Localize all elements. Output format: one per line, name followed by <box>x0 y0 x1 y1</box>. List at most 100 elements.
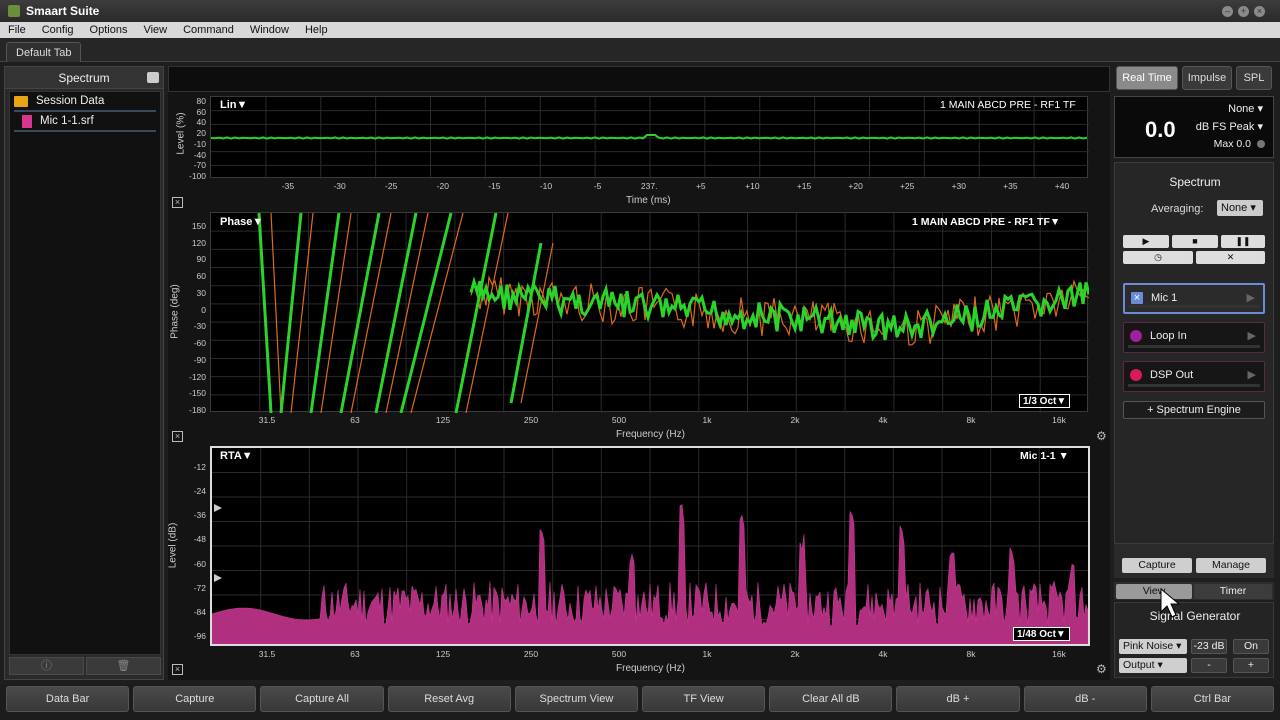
title-bar: Smaart Suite – + × <box>0 0 1280 22</box>
plot-area: Lin▼ 1 MAIN ABCD PRE - RF1 TF Level (%) … <box>167 66 1110 680</box>
y-tick-label: 40 <box>196 117 206 128</box>
y-tick-label: -10 <box>193 138 206 149</box>
menu-window[interactable]: Window <box>242 24 297 36</box>
tab-strip: Default Tab <box>0 38 1280 62</box>
tf-view-button[interactable]: TF View <box>642 686 766 712</box>
minimize-icon[interactable]: – <box>1222 6 1233 17</box>
phase-plot[interactable] <box>210 212 1091 414</box>
menu-config[interactable]: Config <box>34 24 82 36</box>
menu-help[interactable]: Help <box>297 24 336 36</box>
command-bar: Data Bar Capture Capture All Reset Avg S… <box>0 684 1280 720</box>
panel-footer: ⓘ 🗑 <box>9 657 161 675</box>
x-tick-label: 2k <box>790 415 800 425</box>
play-arrow-icon[interactable]: ▶ <box>1247 291 1255 304</box>
phase-trace-name[interactable]: 1 MAIN ABCD PRE - RF1 TF▼ <box>912 216 1060 228</box>
manage-button[interactable]: Manage <box>1196 558 1266 573</box>
view-timer-bar: View Timer <box>1114 582 1274 600</box>
add-spectrum-engine-button[interactable]: + Spectrum Engine <box>1123 401 1265 419</box>
reset-avg-button[interactable]: Reset Avg <box>387 686 511 712</box>
rta-trace-name[interactable]: Mic 1-1 ▼ <box>1020 450 1069 462</box>
y-tick-label: -150 <box>188 388 206 399</box>
noise-type-select[interactable]: Pink Noise ▾ <box>1119 639 1187 654</box>
y-tick-label: -120 <box>188 371 206 382</box>
stop-icon[interactable]: ■ <box>1172 235 1218 248</box>
timer-button[interactable]: Timer <box>1194 584 1272 599</box>
panel-title-label: Spectrum <box>58 71 110 85</box>
output-select[interactable]: Output ▾ <box>1119 658 1187 673</box>
y-tick-label: -24 <box>193 486 206 497</box>
x-tick-label: -30 <box>333 181 346 191</box>
menu-view[interactable]: View <box>135 24 175 36</box>
rta-plot[interactable] <box>210 446 1090 646</box>
tree-item-session-data[interactable]: Session Data <box>14 92 156 112</box>
close-icon[interactable]: × <box>1131 292 1143 304</box>
close-icon[interactable]: × <box>172 197 183 208</box>
maximize-icon[interactable]: + <box>1238 6 1249 17</box>
averaging-label: Averaging: <box>1151 203 1204 215</box>
close-icon[interactable]: × <box>172 664 183 675</box>
averaging-select[interactable]: None ▾ <box>1217 200 1263 216</box>
tab-default[interactable]: Default Tab <box>6 42 82 62</box>
capture-all-button[interactable]: Capture All <box>260 686 384 712</box>
measurement-mic-1[interactable]: × Mic 1 ▶ <box>1123 283 1265 314</box>
weighting-selector[interactable]: None ▾ <box>1228 102 1263 115</box>
rta-graph <box>211 448 1089 645</box>
pause-icon[interactable]: ❚❚ <box>1221 235 1265 248</box>
phase-resolution-selector[interactable]: 1/3 Oct▼ <box>1019 394 1071 408</box>
output-value: Output <box>1123 659 1155 671</box>
play-arrow-icon[interactable]: ▶ <box>1248 368 1256 381</box>
generator-level[interactable]: -23 dB <box>1191 639 1227 654</box>
clear-all-db-button[interactable]: Clear All dB <box>769 686 893 712</box>
status-dot-icon <box>1130 330 1142 342</box>
capture-button[interactable]: Capture <box>133 686 257 712</box>
menu-command[interactable]: Command <box>175 24 242 36</box>
impulse-scale-label[interactable]: Lin▼ <box>220 99 247 111</box>
weighting-value: None <box>1228 103 1255 115</box>
tools-icon[interactable]: ✕ <box>1196 251 1265 264</box>
x-tick-label: 8k <box>966 415 976 425</box>
db-plus-button[interactable]: dB + <box>896 686 1020 712</box>
rta-x-title: Frequency (Hz) <box>616 663 685 674</box>
measurement-label: DSP Out <box>1150 369 1194 381</box>
mode-impulse[interactable]: Impulse <box>1182 66 1232 90</box>
generator-on-button[interactable]: On <box>1233 639 1269 654</box>
hamburger-icon[interactable] <box>147 72 159 83</box>
x-tick-label: +15 <box>796 181 812 191</box>
timer-icon[interactable]: ◷ <box>1123 251 1193 264</box>
rta-resolution-selector[interactable]: 1/48 Oct▼ <box>1013 627 1070 641</box>
menu-file[interactable]: File <box>0 24 34 36</box>
gear-icon[interactable]: ⚙ <box>1096 430 1108 442</box>
y-tick-label: -48 <box>193 534 206 545</box>
info-icon[interactable]: ⓘ <box>9 657 84 675</box>
play-arrow-icon[interactable]: ▶ <box>1248 329 1256 342</box>
close-icon[interactable]: × <box>172 431 183 442</box>
x-tick-label: 1k <box>702 649 712 659</box>
spectrum-view-button[interactable]: Spectrum View <box>514 686 639 712</box>
db-minus-button[interactable]: dB - <box>1023 686 1147 712</box>
x-tick-label: 2k <box>790 649 800 659</box>
rta-scale-label[interactable]: RTA▼ <box>220 450 253 462</box>
x-tick-label: +35 <box>1003 181 1018 191</box>
play-icon[interactable]: ▶ <box>1123 235 1169 248</box>
close-icon[interactable]: × <box>1254 6 1265 17</box>
y-tick-label: -30 <box>193 321 206 332</box>
gear-icon[interactable]: ⚙ <box>1096 663 1108 675</box>
mode-real-time[interactable]: Real Time <box>1116 66 1178 90</box>
measurement-dsp-out[interactable]: DSP Out ▶ <box>1123 361 1265 392</box>
scale-selector[interactable]: dB FS Peak ▾ <box>1196 120 1263 133</box>
tree-item-file[interactable]: Mic 1-1.srf <box>14 112 156 132</box>
data-bar-button[interactable]: Data Bar <box>6 686 130 712</box>
x-tick-label: -5 <box>593 181 602 191</box>
level-plus-button[interactable]: + <box>1233 658 1269 673</box>
x-tick-label: 31.5 <box>258 649 276 659</box>
menu-options[interactable]: Options <box>82 24 136 36</box>
measurement-label: Loop In <box>1150 330 1187 342</box>
level-minus-button[interactable]: - <box>1191 658 1227 673</box>
measurement-loop-in[interactable]: Loop In ▶ <box>1123 322 1265 353</box>
trash-icon[interactable]: 🗑 <box>86 657 161 675</box>
phase-scale-label[interactable]: Phase▼ <box>220 216 263 228</box>
y-tick-label: -60 <box>193 558 206 569</box>
mode-spl[interactable]: SPL <box>1236 66 1272 90</box>
capture-button[interactable]: Capture <box>1122 558 1192 573</box>
ctrl-bar-button[interactable]: Ctrl Bar <box>1150 686 1275 712</box>
